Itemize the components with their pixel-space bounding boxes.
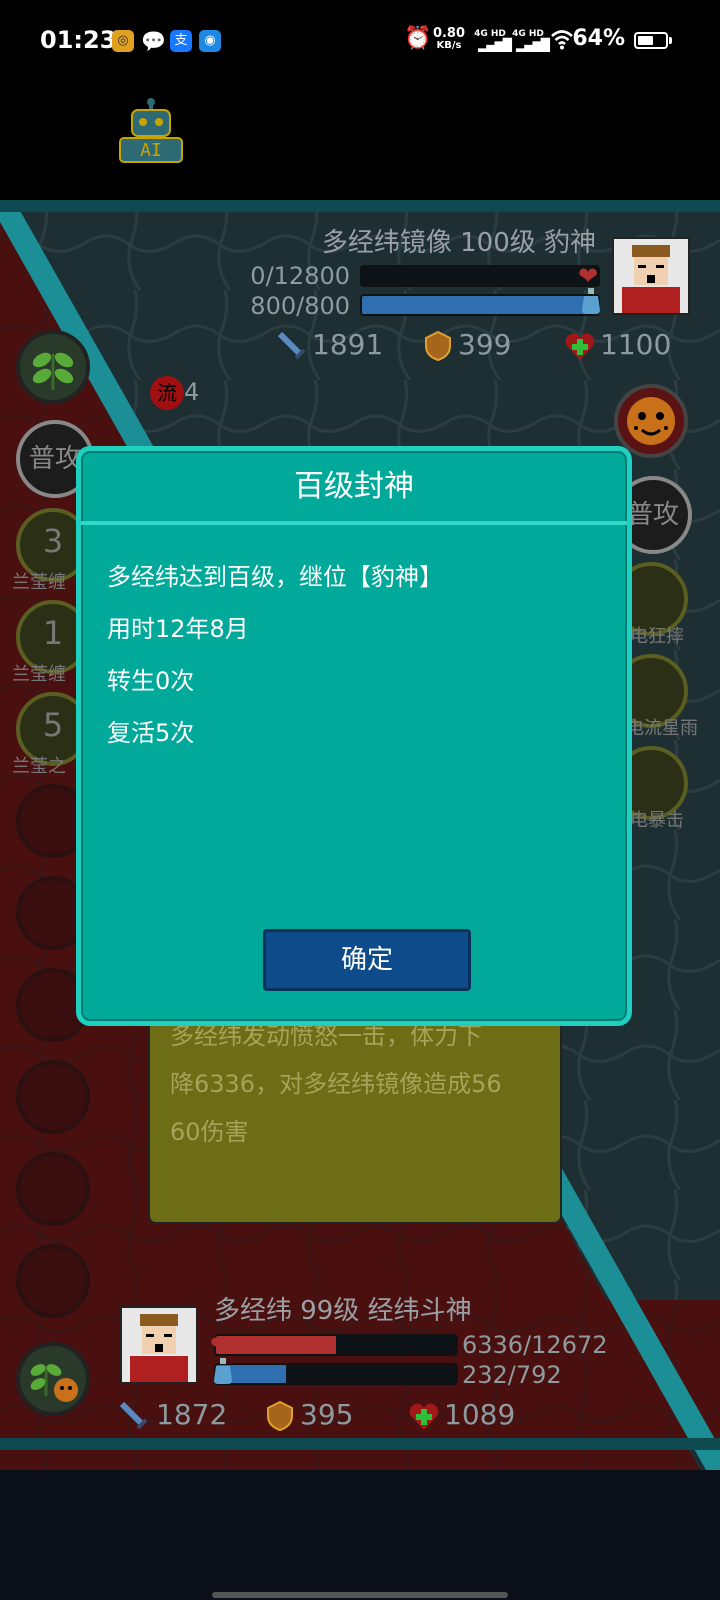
dialog-line-3: 转生0次: [107, 667, 195, 695]
home-indicator[interactable]: [212, 1592, 508, 1598]
enemy-defense-value: 399: [458, 328, 512, 361]
player-mp-bar: [214, 1363, 458, 1385]
alipay-app-icon: 支: [170, 30, 192, 52]
enemy-leopard-avatar[interactable]: [614, 384, 688, 458]
status-bar: 01:23 ◎ 💬 支 ◉ ⏰ 0.80 KB/s 4G HD ▂▄▆█ 4G …: [0, 0, 720, 84]
dialog-line-2: 用时12年8月: [107, 615, 249, 643]
enemy-hp-bar: [360, 265, 600, 287]
net-speed-value: 0.80: [432, 26, 466, 41]
enemy-avatar-icon: [614, 239, 688, 313]
enemy-mp-fill: [362, 296, 598, 314]
player-hp-text: 6336/12672: [462, 1331, 608, 1359]
messenger-app-icon: ◉: [199, 30, 221, 52]
chat-app-icon: 💬: [141, 29, 166, 53]
player-skill-2-label: 兰莹缠: [12, 664, 66, 685]
dialog-divider: [81, 521, 627, 525]
enemy-health-value: 1100: [600, 328, 672, 361]
player-pet-avatar[interactable]: [16, 1342, 90, 1416]
player-skill-3-label: 兰莹之: [12, 756, 66, 777]
enemy-hp-text: 0/12800: [250, 262, 350, 290]
plant-icon: [32, 352, 74, 390]
player-health-icon: [408, 1400, 440, 1436]
ai-label: AI: [140, 140, 162, 161]
player-defense-value: 395: [300, 1398, 354, 1431]
level-up-dialog: 百级封神 多经纬达到百级，继位【豹神】 用时12年8月 转生0次 复活5次 确定: [76, 446, 632, 1026]
battle-log-line: 60伤害: [170, 1118, 249, 1146]
battery-icon: [634, 32, 668, 49]
enemy-health-icon: [564, 330, 596, 366]
player-empty-slot-5[interactable]: [16, 1152, 90, 1226]
bottom-area: [0, 1470, 720, 1600]
enemy-skill-2-label: 电流星雨: [626, 718, 698, 739]
battle-log-line: 降6336，对多经纬镜像造成56: [170, 1070, 502, 1098]
battle-log-text: 多经纬发动愤怒一击，体力下 降6336，对多经纬镜像造成56 60伤害: [170, 1012, 550, 1156]
dialog-line-4: 复活5次: [107, 719, 195, 747]
plant-leopard-icon: [30, 1364, 78, 1402]
enemy-status-count: 4: [184, 378, 200, 406]
player-avatar-icon: [122, 1308, 196, 1382]
player-attack-value: 1872: [156, 1398, 228, 1431]
player-empty-slot-6[interactable]: [16, 1244, 90, 1318]
battery-level: [638, 36, 654, 45]
signal-bars-2-icon: ▂▄▆█: [516, 38, 550, 52]
player-mp-text: 232/792: [462, 1361, 562, 1389]
potion-icon: [580, 288, 602, 318]
signal-bars-1-icon: ▂▄▆█: [478, 38, 512, 52]
player-shield-icon: [264, 1400, 296, 1436]
battery-tip: [669, 37, 672, 44]
player-health-value: 1089: [444, 1398, 516, 1431]
player-portrait: [120, 1306, 198, 1384]
battle-log: 多经纬发动愤怒一击，体力下 降6336，对多经纬镜像造成56 60伤害: [148, 1000, 562, 1224]
leopard-icon: [627, 397, 675, 445]
confirm-button[interactable]: 确定: [263, 929, 471, 991]
player-hp-fill: [216, 1336, 336, 1354]
enemy-mp-text: 800/800: [250, 292, 350, 320]
player-sword-icon: [118, 1400, 150, 1436]
dialog-title: 百级封神: [294, 469, 414, 504]
player-title: 多经纬 99级 经纬斗神: [214, 1296, 472, 1326]
enemy-mp-bar: [360, 294, 600, 316]
player-heart-icon: ❤: [210, 1331, 231, 1359]
alarm-icon: ⏰: [404, 26, 432, 51]
player-empty-slot-4[interactable]: [16, 1060, 90, 1134]
battery-percent: 64%: [572, 26, 625, 51]
player-hp-bar: [214, 1334, 458, 1356]
enemy-skill-3-label: 电暴击: [630, 810, 684, 831]
enemy-shield-icon: [422, 330, 454, 366]
player-skill-1-label: 兰莹缠: [12, 572, 66, 593]
enemy-status-badge: 流: [150, 376, 184, 410]
enemy-attack-value: 1891: [312, 328, 384, 361]
ai-robot-button[interactable]: AI: [118, 96, 184, 166]
enemy-title: 多经纬镜像 100级 豹神: [321, 228, 596, 258]
wifi-icon: [550, 28, 574, 56]
enemy-portrait: [612, 237, 690, 315]
enemy-skill-1-label: 电狂摔: [630, 626, 684, 647]
dialog-line-1: 多经纬达到百级，继位【豹神】: [107, 563, 443, 591]
notes-app-icon: ◎: [112, 30, 134, 52]
heart-icon: ❤: [578, 262, 599, 290]
player-plant-avatar[interactable]: [16, 330, 90, 404]
enemy-sword-icon: [276, 330, 308, 366]
player-potion-icon: [212, 1358, 234, 1388]
status-time: 01:23: [40, 26, 117, 54]
net-speed-unit: KB/s: [436, 40, 462, 51]
